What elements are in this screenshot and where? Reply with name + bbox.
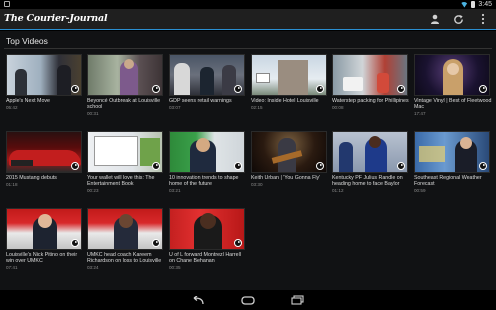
status-time: 3:45 bbox=[478, 1, 492, 8]
brand-logo[interactable]: The Courier-Journal bbox=[4, 12, 108, 26]
video-title: Beyoncé Outbreak at Louisville school 00:… bbox=[87, 98, 165, 117]
wifi-icon bbox=[460, 1, 469, 8]
video-duration: 00:31 bbox=[87, 111, 99, 117]
video-title: GDP seens retail warnings 03:07 bbox=[169, 98, 247, 111]
play-icon[interactable] bbox=[397, 162, 405, 170]
video-duration: 03:30 bbox=[251, 181, 263, 187]
video-thumbnail[interactable] bbox=[414, 131, 490, 173]
video-thumbnail[interactable] bbox=[169, 54, 245, 96]
video-tile[interactable]: Waterstep packing for Phillipines 00:08 bbox=[332, 54, 409, 118]
play-icon[interactable] bbox=[152, 239, 160, 247]
video-thumbnail[interactable] bbox=[251, 54, 327, 96]
video-tile[interactable]: UMKC head coach Kareem Richardson on los… bbox=[87, 208, 163, 272]
video-tile[interactable]: Apple's Next Move 05:42 bbox=[6, 54, 82, 118]
video-thumbnail[interactable] bbox=[332, 131, 408, 173]
video-duration: 03:07 bbox=[169, 104, 181, 110]
overflow-menu-icon[interactable] bbox=[476, 12, 490, 26]
video-duration: 02:15 bbox=[251, 104, 263, 110]
section-title: Top Videos bbox=[6, 36, 48, 46]
back-icon[interactable] bbox=[190, 294, 206, 306]
play-icon[interactable] bbox=[71, 162, 79, 170]
video-title: U of L forward Montrezl Harrell on Chane… bbox=[169, 252, 247, 271]
video-tile[interactable]: Southeast Regional Weather Forecast 00:59 bbox=[414, 131, 490, 195]
video-thumbnail[interactable] bbox=[169, 208, 245, 250]
play-icon[interactable] bbox=[479, 85, 487, 93]
video-title: Waterstep packing for Phillipines 00:08 bbox=[332, 98, 409, 110]
video-duration: 00:23 bbox=[87, 188, 99, 194]
action-bar: The Courier-Journal bbox=[0, 9, 496, 30]
video-thumbnail[interactable] bbox=[414, 54, 490, 96]
video-title: Vintage Vinyl | Best of Fleetwood Mac 17:… bbox=[414, 98, 492, 117]
refresh-icon[interactable] bbox=[451, 12, 465, 26]
video-duration: 03:24 bbox=[87, 265, 99, 271]
battery-icon bbox=[471, 1, 476, 8]
status-icons: 3:45 bbox=[460, 0, 492, 9]
system-nav-bar bbox=[0, 290, 496, 310]
section-divider bbox=[4, 48, 492, 49]
video-duration: 03:21 bbox=[169, 188, 181, 194]
video-thumbnail[interactable] bbox=[251, 131, 327, 173]
video-title: Keith Urban | 'You Gonna Fly' 03:30 bbox=[251, 175, 329, 188]
person-icon[interactable] bbox=[428, 12, 442, 26]
video-tile[interactable]: GDP seens retail warnings 03:07 bbox=[169, 54, 245, 118]
video-duration: 01:18 bbox=[6, 181, 18, 187]
video-tile[interactable]: Keith Urban | 'You Gonna Fly' 03:30 bbox=[251, 131, 327, 195]
video-tile[interactable]: Beyoncé Outbreak at Louisville school 00:… bbox=[87, 54, 163, 118]
video-title: Kentucky PF Julius Randle on heading hom… bbox=[332, 175, 410, 194]
video-title: Video: Inside Hotel Louisville 02:15 bbox=[251, 98, 329, 111]
video-tile[interactable]: Your wallet will love this: The Entertai… bbox=[87, 131, 163, 195]
play-icon[interactable] bbox=[397, 85, 405, 93]
video-thumbnail[interactable] bbox=[6, 54, 82, 96]
video-tile[interactable]: 10 innovation trends to shape home of th… bbox=[169, 131, 245, 195]
play-icon[interactable] bbox=[152, 85, 160, 93]
play-icon[interactable] bbox=[234, 239, 242, 247]
video-tile[interactable]: Louisville's Nick Pitino on their win ov… bbox=[6, 208, 82, 272]
video-title: 2015 Mustang debuts 01:18 bbox=[6, 175, 84, 188]
play-icon[interactable] bbox=[316, 85, 324, 93]
home-icon[interactable] bbox=[240, 294, 256, 306]
play-icon[interactable] bbox=[71, 85, 79, 93]
video-title: 10 innovation trends to shape home of th… bbox=[169, 175, 247, 194]
video-title: UMKC head coach Kareem Richardson on los… bbox=[87, 252, 165, 271]
play-icon[interactable] bbox=[71, 239, 79, 247]
video-tile[interactable]: U of L forward Montrezl Harrell on Chane… bbox=[169, 208, 245, 272]
recents-icon[interactable] bbox=[290, 294, 306, 306]
video-thumbnail[interactable] bbox=[169, 131, 245, 173]
status-bar: 3:45 bbox=[0, 0, 496, 9]
notification-icon bbox=[4, 1, 10, 7]
video-duration: 05:42 bbox=[6, 104, 18, 110]
play-icon[interactable] bbox=[234, 162, 242, 170]
video-thumbnail[interactable] bbox=[87, 54, 163, 96]
video-thumbnail[interactable] bbox=[87, 131, 163, 173]
video-tile[interactable]: Vintage Vinyl | Best of Fleetwood Mac 17:… bbox=[414, 54, 492, 118]
play-icon[interactable] bbox=[479, 162, 487, 170]
video-duration: 07:41 bbox=[6, 265, 18, 271]
video-list-panel: Top Videos Apple's Next Move 05:42 Beyonc… bbox=[0, 31, 496, 290]
play-icon[interactable] bbox=[316, 162, 324, 170]
video-title: Apple's Next Move 05:42 bbox=[6, 98, 84, 111]
play-icon[interactable] bbox=[152, 162, 160, 170]
video-title: Your wallet will love this: The Entertai… bbox=[87, 175, 165, 194]
video-tile[interactable]: Video: Inside Hotel Louisville 02:15 bbox=[251, 54, 327, 118]
video-thumbnail[interactable] bbox=[332, 54, 408, 96]
video-title: Southeast Regional Weather Forecast 00:59 bbox=[414, 175, 492, 194]
video-duration: 01:12 bbox=[332, 188, 344, 194]
video-thumbnail[interactable] bbox=[6, 131, 82, 173]
video-thumbnail[interactable] bbox=[87, 208, 163, 250]
video-duration: 00:35 bbox=[169, 265, 181, 271]
video-title: Louisville's Nick Pitino on their win ov… bbox=[6, 252, 84, 271]
video-tile[interactable]: 2015 Mustang debuts 01:18 bbox=[6, 131, 82, 195]
video-thumbnail[interactable] bbox=[6, 208, 82, 250]
video-duration: 00:59 bbox=[414, 188, 426, 194]
video-duration: 17:47 bbox=[414, 111, 426, 117]
play-icon[interactable] bbox=[234, 85, 242, 93]
video-tile[interactable]: Kentucky PF Julius Randle on heading hom… bbox=[332, 131, 408, 195]
video-duration: 00:08 bbox=[332, 104, 344, 110]
